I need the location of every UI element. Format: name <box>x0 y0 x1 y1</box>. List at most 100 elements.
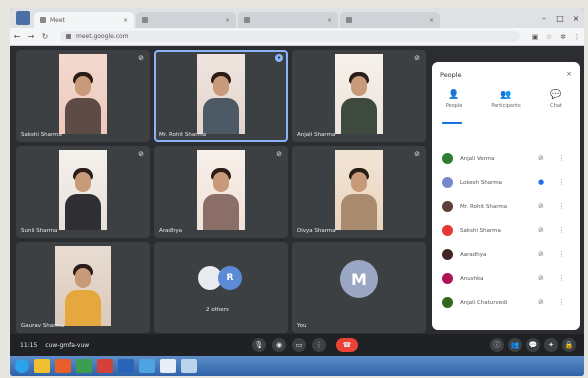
person-icon: 👤 <box>448 90 460 100</box>
more-icon[interactable]: ⋮ <box>558 178 565 186</box>
window-controls: – □ × <box>536 8 584 28</box>
participant-tile[interactable]: • Mr. Rohit Sharma <box>154 50 288 142</box>
list-item[interactable]: Aaradhya ⊘ ⋮ <box>432 244 580 266</box>
forward-icon[interactable]: → <box>24 32 38 41</box>
taskbar-app-icon[interactable] <box>76 359 92 373</box>
participant-tile[interactable]: ⊘ Sakshi Sharma <box>16 50 150 142</box>
more-icon[interactable]: ⋮ <box>558 250 565 258</box>
browser-tab-1[interactable]: Meet × <box>34 12 134 28</box>
maximize-icon[interactable]: □ <box>552 14 568 23</box>
video-feed-detail <box>351 76 367 96</box>
participant-name: Anjali Verma <box>460 156 495 162</box>
chat-button[interactable]: 💬 <box>526 338 540 352</box>
favicon-icon <box>346 17 352 23</box>
menu-icon[interactable]: ⋮ <box>570 33 584 41</box>
video-feed-detail <box>75 268 91 288</box>
participant-tile[interactable]: R 2 others <box>154 242 288 333</box>
close-icon[interactable]: × <box>566 70 572 78</box>
mic-off-icon: ⊘ <box>414 54 420 62</box>
more-icon[interactable]: ⋮ <box>558 274 565 282</box>
tab-people[interactable]: 👤 People <box>432 90 476 109</box>
video-feed <box>59 54 107 134</box>
more-icon[interactable]: ⋮ <box>558 298 565 306</box>
participant-name: Mr. Rohit Sharma <box>460 204 508 210</box>
close-icon[interactable]: × <box>123 17 128 24</box>
more-icon[interactable]: ⋮ <box>558 154 565 162</box>
participant-tile[interactable]: ⊘ Aradhya <box>154 146 288 238</box>
list-item[interactable]: Mr. Rohit Sharma ⊘ ⋮ <box>432 196 580 218</box>
list-item[interactable]: Anjali Verma ⊘ ⋮ <box>432 148 580 170</box>
screen: Meet × × × × – □ × ← → ↻ meet.google.com… <box>10 8 584 376</box>
mic-off-icon: ⊘ <box>138 54 144 62</box>
video-feed-detail <box>65 98 101 134</box>
video-feed-detail <box>203 98 239 134</box>
participant-name: Anjali Chaturvedi <box>460 300 508 306</box>
participant-name: Anjali Sharma <box>297 132 336 138</box>
participant-name: Mr. Rohit Sharma <box>159 132 207 138</box>
close-window-icon[interactable]: × <box>568 14 584 23</box>
more-icon[interactable]: ⋮ <box>558 226 565 234</box>
taskbar-app-icon[interactable] <box>160 359 176 373</box>
active-tab-indicator <box>442 122 462 124</box>
mic-button[interactable]: 🎙 <box>252 338 266 352</box>
taskbar-app-icon[interactable] <box>181 359 197 373</box>
participant-name: Divya Sharma <box>297 228 336 234</box>
mic-off-icon: ⊘ <box>538 274 544 282</box>
participant-name: You <box>297 323 307 329</box>
participant-name: Anushka <box>460 276 484 282</box>
taskbar-app-icon[interactable] <box>55 359 71 373</box>
info-button[interactable]: ⓘ <box>490 338 504 352</box>
minimize-icon[interactable]: – <box>536 14 552 23</box>
extensions-icon[interactable]: ✲ <box>556 33 570 41</box>
mic-off-icon: ⊘ <box>138 150 144 158</box>
camera-button[interactable]: ◉ <box>272 338 286 352</box>
mic-off-icon: ⊘ <box>414 150 420 158</box>
host-controls-button[interactable]: 🔒 <box>562 338 576 352</box>
participant-tile[interactable]: ⊘ Divya Sharma <box>292 146 426 238</box>
participant-tile[interactable]: ⊘ Anjali Sharma <box>292 50 426 142</box>
list-item[interactable]: Anushka ⊘ ⋮ <box>432 268 580 290</box>
video-feed-detail <box>341 194 377 230</box>
reload-icon[interactable]: ↻ <box>38 32 52 41</box>
close-icon[interactable]: × <box>429 17 434 24</box>
participant-tile[interactable]: M You <box>292 242 426 333</box>
list-item[interactable]: Lokesh Sharma ● ⋮ <box>432 172 580 194</box>
close-icon[interactable]: × <box>225 17 230 24</box>
back-icon[interactable]: ← <box>10 32 24 41</box>
browser-tab-4[interactable]: × <box>340 12 440 28</box>
present-button[interactable]: ▭ <box>292 338 306 352</box>
participant-name: Sunil Sharma <box>21 228 58 234</box>
video-feed <box>197 54 245 134</box>
taskbar-app-icon[interactable] <box>118 359 134 373</box>
video-grid: ⊘ Sakshi Sharma • Mr. Rohit Sharma ⊘ Anj… <box>16 50 426 333</box>
app-icon <box>16 11 30 25</box>
taskbar-app-icon[interactable] <box>139 359 155 373</box>
tab-chat[interactable]: 💬 Chat <box>534 90 578 109</box>
star-icon[interactable]: ☆ <box>542 33 556 41</box>
browser-tab-3[interactable]: × <box>238 12 338 28</box>
start-button-icon[interactable] <box>15 359 29 373</box>
more-options-button[interactable]: ⋮ <box>312 338 326 352</box>
taskbar-app-icon[interactable] <box>97 359 113 373</box>
close-icon[interactable]: × <box>327 17 332 24</box>
mic-off-icon: ⊘ <box>538 250 544 258</box>
avatar <box>442 297 453 308</box>
participant-name: 2 others <box>206 307 229 313</box>
browser-tab-2[interactable]: × <box>136 12 236 28</box>
more-icon[interactable]: ⋮ <box>558 202 565 210</box>
video-feed-detail <box>203 194 239 230</box>
tab-participants[interactable]: 👥 Participants <box>484 90 528 109</box>
favicon-icon <box>244 17 250 23</box>
list-item[interactable]: Anjali Chaturvedi ⊘ ⋮ <box>432 292 580 314</box>
people-button[interactable]: 👥 <box>508 338 522 352</box>
end-call-button[interactable]: ☎ <box>336 338 358 352</box>
mic-off-icon: ⊘ <box>538 202 544 210</box>
video-feed-detail <box>351 172 367 192</box>
camera-icon[interactable]: ▣ <box>528 33 542 41</box>
taskbar-app-icon[interactable] <box>34 359 50 373</box>
participant-tile[interactable]: Gaurav Sharma <box>16 242 150 333</box>
list-item[interactable]: Sakshi Sharma ⊘ ⋮ <box>432 220 580 242</box>
activities-button[interactable]: ✦ <box>544 338 558 352</box>
address-bar[interactable]: meet.google.com <box>60 31 520 42</box>
participant-tile[interactable]: ⊘ Sunil Sharma <box>16 146 150 238</box>
